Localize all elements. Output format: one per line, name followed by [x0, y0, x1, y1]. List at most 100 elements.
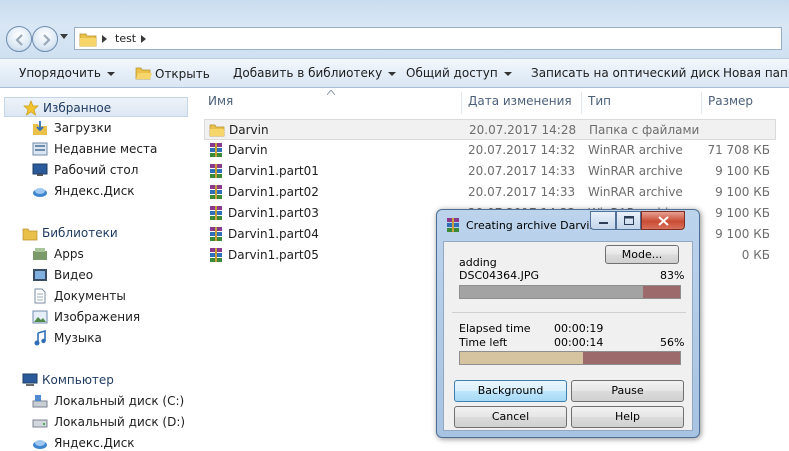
file-date: 20.07.2017 14:33 [468, 185, 576, 199]
file-name: Darvin1.part02 [228, 185, 319, 199]
recent-places-icon [32, 142, 48, 156]
cancel-button[interactable]: Cancel [454, 406, 567, 428]
sort-ascending-icon [327, 90, 335, 95]
arrow-left-icon [15, 34, 23, 46]
maximize-button[interactable] [616, 211, 641, 230]
elapsed-time-label: Elapsed time [459, 322, 531, 335]
file-name: Darvin1.part03 [228, 206, 319, 220]
nav-item-drive-c[interactable]: Локальный диск (C:) [0, 391, 196, 411]
folder-icon [79, 33, 97, 47]
file-size: 0 КБ [741, 248, 770, 262]
arrow-right-icon [43, 34, 51, 46]
winrar-archive-icon [210, 143, 222, 157]
system-drive-icon [32, 395, 48, 408]
background-button[interactable]: Background [454, 380, 567, 402]
close-icon [658, 216, 669, 226]
total-progress-fill [460, 352, 583, 364]
history-dropdown-icon[interactable] [60, 34, 68, 40]
address-bar[interactable]: test [74, 27, 782, 50]
pause-button[interactable]: Pause [571, 380, 684, 402]
nav-item-pictures[interactable]: Изображения [0, 307, 196, 327]
video-library-icon [33, 269, 47, 281]
breadcrumb-separator-icon[interactable] [102, 35, 108, 43]
music-library-icon [34, 330, 46, 346]
apps-library-icon [33, 248, 47, 260]
winrar-archive-icon [210, 164, 222, 178]
navigation-pane: Избранное Загрузки Недавние места Рабочи… [0, 88, 196, 451]
nav-item-music[interactable]: Музыка [0, 328, 196, 348]
nav-favorites[interactable]: Избранное [4, 97, 188, 117]
yandex-disk-icon [33, 188, 47, 197]
column-header-size[interactable]: Размер [708, 94, 753, 108]
file-size: 9 100 КБ [715, 227, 770, 241]
breadcrumb-separator-icon[interactable] [141, 35, 147, 43]
file-row[interactable]: Darvin1.part02 20.07.2017 14:33 WinRAR arc… [204, 182, 776, 203]
explorer-top-bar: test [0, 0, 789, 58]
file-type: WinRAR archive [588, 185, 683, 199]
file-size: 9 100 КБ [715, 164, 770, 178]
downloads-folder-icon [33, 121, 47, 135]
nav-item-documents[interactable]: Документы [0, 286, 196, 306]
share-button[interactable]: Общий доступ [406, 66, 512, 80]
folder-icon [209, 124, 225, 137]
nav-item-apps[interactable]: Apps [0, 244, 196, 264]
column-separator[interactable] [581, 92, 582, 114]
burn-button[interactable]: Записать на оптический диск [531, 66, 720, 80]
nav-libraries[interactable]: Библиотеки [0, 223, 196, 243]
chevron-down-icon [106, 71, 115, 76]
organize-button[interactable]: Упорядочить [19, 66, 115, 80]
breadcrumb-test[interactable]: test [115, 32, 136, 45]
time-left-value: 00:00:14 [554, 336, 604, 349]
minimize-button[interactable] [590, 211, 616, 230]
close-button[interactable] [641, 211, 685, 230]
file-row[interactable]: Darvin 20.07.2017 14:28 Папка с файлами [204, 119, 776, 140]
file-name: Darvin [229, 123, 269, 137]
file-progress-fill [460, 286, 643, 298]
nav-item-video[interactable]: Видео [0, 265, 196, 285]
nav-item-yandex-disk-2[interactable]: Яндекс.Диск [0, 433, 196, 451]
nav-item-downloads[interactable]: Загрузки [0, 118, 196, 138]
column-header-name[interactable]: Имя [208, 94, 233, 108]
winrar-archive-icon [210, 227, 222, 241]
file-progress-percent: 83% [660, 269, 685, 282]
dialog-body: Mode... adding DSC04364.JPG 83% Elapsed … [443, 241, 693, 431]
forward-button[interactable] [32, 26, 58, 52]
winrar-archive-icon [210, 185, 222, 199]
winrar-archive-icon [210, 206, 222, 220]
file-date: 20.07.2017 14:28 [469, 123, 577, 137]
file-size: 9 100 КБ [715, 206, 770, 220]
maximize-icon [624, 216, 634, 225]
file-row[interactable]: Darvin 20.07.2017 14:32 WinRAR archive 71 7… [204, 140, 776, 161]
nav-item-drive-d[interactable]: Локальный диск (D:) [0, 412, 196, 432]
file-name: Darvin [228, 143, 268, 157]
nav-item-yandex-disk[interactable]: Яндекс.Диск [0, 181, 196, 201]
file-size: 9 100 КБ [715, 185, 770, 199]
back-button[interactable] [6, 26, 32, 52]
nav-item-desktop[interactable]: Рабочий стол [0, 160, 196, 180]
open-folder-icon [135, 67, 152, 80]
chevron-down-icon [388, 71, 397, 76]
file-type: Папка с файлами [589, 123, 700, 137]
column-separator[interactable] [461, 92, 462, 114]
chevron-down-icon [503, 71, 512, 76]
file-name: Darvin1.part01 [228, 164, 319, 178]
column-separator[interactable] [701, 92, 702, 114]
column-header-type[interactable]: Тип [588, 94, 611, 108]
add-to-library-button[interactable]: Добавить в библиотеку [233, 66, 397, 80]
file-type: WinRAR archive [588, 164, 683, 178]
file-date: 20.07.2017 14:33 [468, 164, 576, 178]
column-header-date[interactable]: Дата изменения [468, 94, 572, 108]
nav-item-recent-places[interactable]: Недавние места [0, 139, 196, 159]
total-progress-percent: 56% [660, 336, 685, 349]
computer-icon [22, 373, 38, 386]
help-button[interactable]: Help [571, 406, 684, 428]
open-button[interactable]: Открыть [135, 66, 210, 81]
total-progress-remaining [583, 352, 680, 364]
new-folder-button[interactable]: Новая папка [723, 66, 789, 80]
time-left-label: Time left [459, 336, 508, 349]
winrar-archive-icon [210, 248, 222, 262]
file-row[interactable]: Darvin1.part01 20.07.2017 14:33 WinRAR arc… [204, 161, 776, 182]
mode-button[interactable]: Mode... [605, 245, 679, 264]
separator [452, 312, 686, 313]
nav-computer[interactable]: Компьютер [0, 370, 196, 390]
